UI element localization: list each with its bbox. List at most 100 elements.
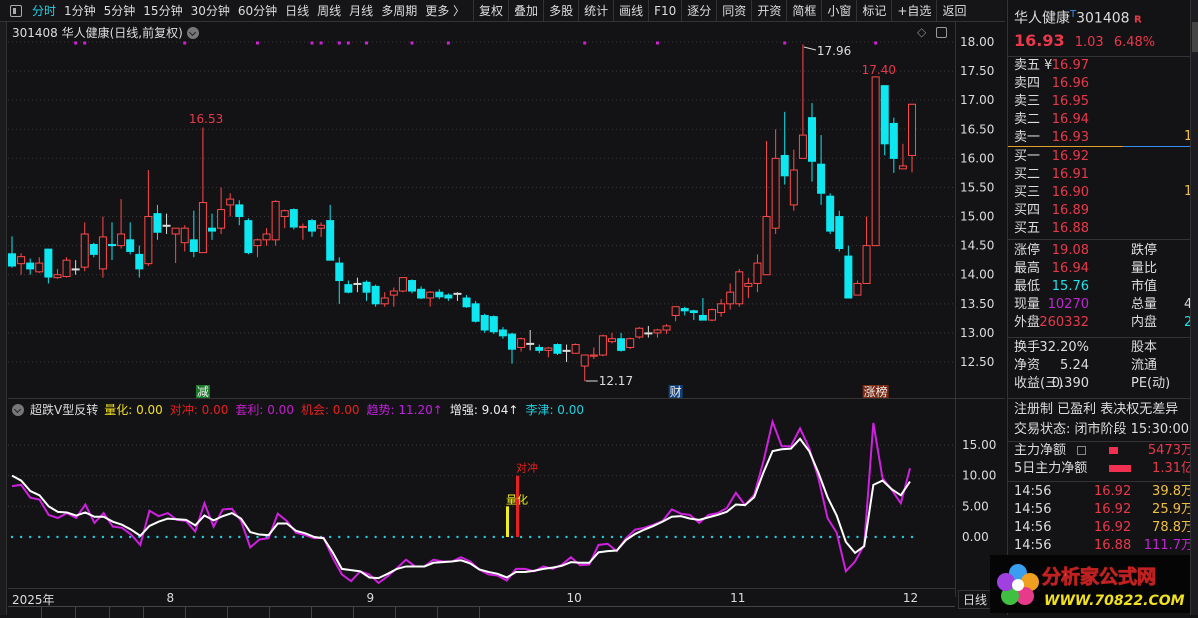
- row-value: 10270: [1047, 297, 1089, 312]
- scrollbar[interactable]: [1190, 0, 1198, 615]
- candle: [144, 170, 153, 266]
- indicator-tab[interactable]: [438, 607, 480, 618]
- indicator-tab[interactable]: [42, 607, 76, 618]
- event-badge[interactable]: 财: [670, 385, 682, 399]
- indicator-field: 增强: 9.04↑: [449, 403, 519, 417]
- row-label: 卖三: [1014, 94, 1041, 109]
- indicator-tab[interactable]: [76, 607, 110, 618]
- price-tick: 15.50: [960, 180, 994, 194]
- period-label[interactable]: 日线: [958, 590, 993, 609]
- price-tick: 16.00: [960, 151, 994, 165]
- tick-row: 14:56 16.88 111.7万: [1014, 537, 1194, 555]
- candle: [644, 325, 653, 338]
- price-chart[interactable]: 18.00 17.50 17.00 16.50 16.00 15.50 15.00 14.50…: [0, 0, 1005, 615]
- indicator-tab[interactable]: [144, 607, 186, 618]
- stat-row: 外盘 260332 内盘 2: [1014, 314, 1194, 332]
- list-icon[interactable]: [1077, 446, 1086, 455]
- zero-dot: [65, 535, 68, 539]
- candle: [680, 306, 689, 316]
- candle: [744, 277, 753, 298]
- zero-dot: [28, 535, 32, 539]
- candle: [53, 268, 62, 279]
- event-badge[interactable]: 减: [197, 385, 209, 399]
- indicator-tab[interactable]: [312, 607, 354, 618]
- indicator-name: 超跌V型反转: [30, 403, 99, 417]
- indicator-tab[interactable]: [354, 607, 396, 618]
- stock-code: 301408: [1076, 10, 1130, 27]
- row-value: 16.88: [1051, 221, 1089, 236]
- candle: [26, 258, 35, 275]
- last-price: 16.93: [1014, 31, 1065, 50]
- zero-dot: [238, 535, 241, 539]
- zero-dot: [10, 535, 14, 539]
- candle: [517, 337, 526, 352]
- zero-dot: [392, 535, 396, 539]
- stat-row: 净资 5.24 流通: [1014, 357, 1194, 375]
- candle: [108, 222, 116, 261]
- candle: [889, 117, 898, 173]
- candle: [71, 260, 80, 275]
- candle: [217, 187, 226, 234]
- zero-dot: [519, 535, 523, 539]
- signal-dot: [365, 41, 369, 45]
- signal-dot: [783, 41, 787, 45]
- row-value: 0.390: [1051, 376, 1089, 391]
- zero-dot: [656, 535, 659, 539]
- candle: [653, 328, 662, 338]
- candle: [235, 200, 244, 226]
- candle: [753, 254, 762, 293]
- stock-name: 华人健康: [1014, 10, 1070, 27]
- ask-row: 卖一 16.93: [1014, 129, 1194, 147]
- candle: [535, 344, 544, 354]
- stat-row: 最低 15.76 市值: [1014, 278, 1194, 296]
- tick-v: 78.8万: [1152, 520, 1194, 535]
- chevron-down-icon[interactable]: [12, 403, 24, 416]
- indicator-tab[interactable]: [228, 607, 270, 618]
- signal-dot: [319, 41, 323, 45]
- row-value: 260332: [1039, 315, 1089, 330]
- row-label: 换手: [1014, 340, 1041, 355]
- signal-dot: [74, 41, 78, 45]
- indicator-tick: 15.00: [962, 438, 996, 452]
- row-label: 外盘: [1014, 315, 1041, 330]
- zero-dot: [828, 535, 832, 539]
- candle: [317, 222, 326, 237]
- bottom-indicator-tabs[interactable]: [8, 606, 955, 618]
- row-label: 股本: [1131, 340, 1158, 355]
- candle: [8, 236, 16, 268]
- candle: [608, 332, 616, 344]
- indicator-tab[interactable]: [8, 607, 42, 618]
- candle: [580, 354, 589, 382]
- tick-row: 14:56 16.92 25.9万: [1014, 501, 1194, 519]
- candle: [698, 298, 707, 321]
- zero-dot: [747, 535, 750, 539]
- lianghua-bar: [506, 506, 509, 537]
- indicator-tab[interactable]: [110, 607, 144, 618]
- main-net-row[interactable]: 主力净额 5473万: [1014, 442, 1194, 460]
- r-tag: R: [1134, 14, 1142, 26]
- indicator-tab[interactable]: [186, 607, 228, 618]
- row-label: 总量: [1131, 297, 1158, 312]
- event-badge[interactable]: 涨榜: [864, 384, 888, 399]
- candle: [280, 209, 289, 229]
- price-tick: 18.00: [960, 35, 994, 49]
- indicator-tick: 10.00: [962, 469, 996, 483]
- candle: [553, 343, 562, 356]
- candle: [480, 313, 489, 333]
- indicator-field: 李津: 0.00: [525, 403, 585, 417]
- candle: [771, 129, 780, 234]
- candle: [380, 292, 389, 307]
- row-value: 5.24: [1060, 358, 1089, 373]
- indicator-tab[interactable]: [270, 607, 312, 618]
- candle: [153, 204, 162, 240]
- tick-t: 14:56: [1014, 502, 1052, 517]
- zero-dot: [710, 535, 714, 539]
- stat-row: 换手 32.20% 股本: [1014, 339, 1194, 357]
- row-value: 16.94: [1051, 261, 1089, 276]
- candle: [398, 277, 407, 293]
- bid-row: 买四 16.89: [1014, 202, 1194, 220]
- zero-dot: [447, 535, 450, 539]
- indicator-tab[interactable]: [396, 607, 438, 618]
- row-label: PE(动): [1131, 376, 1171, 391]
- row-value: 16.92: [1051, 149, 1089, 164]
